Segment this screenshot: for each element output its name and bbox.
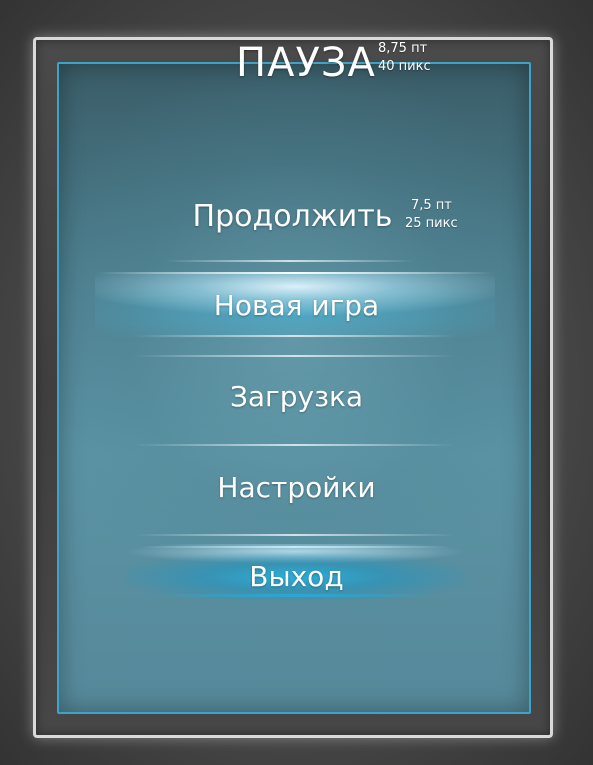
menu-item-settings-label: Настройки [217, 471, 376, 504]
pause-title: ПАУЗА [236, 40, 376, 86]
divider [135, 355, 455, 357]
hover-highlight-line [95, 272, 495, 274]
menu-item-continue-label: Продолжить [192, 199, 393, 234]
menu-item-new-game-label: Новая игра [213, 289, 380, 322]
divider [135, 335, 455, 337]
item-font-size-pt: 7,5 пт [411, 198, 452, 213]
divider [135, 534, 455, 536]
menu-item-exit[interactable]: Выход [100, 557, 493, 597]
item-font-spec: 7,5 пт 25 пикс [405, 197, 458, 233]
title-font-size-px: 40 пикс [378, 59, 431, 74]
pressed-highlight-line [140, 546, 450, 548]
menu-item-settings[interactable]: Настройки [100, 468, 493, 508]
menu-item-load-label: Загрузка [229, 380, 364, 413]
menu-item-load[interactable]: Загрузка [100, 377, 493, 417]
title-font-size-pt: 8,75 пт [378, 41, 428, 56]
divider [165, 260, 415, 262]
divider [135, 444, 455, 446]
title-font-spec: 8,75 пт 40 пикс [378, 40, 431, 76]
menu-item-new-game[interactable]: Новая игра [100, 286, 493, 326]
item-font-size-px: 25 пикс [405, 216, 458, 231]
menu-item-exit-label: Выход [249, 560, 344, 593]
